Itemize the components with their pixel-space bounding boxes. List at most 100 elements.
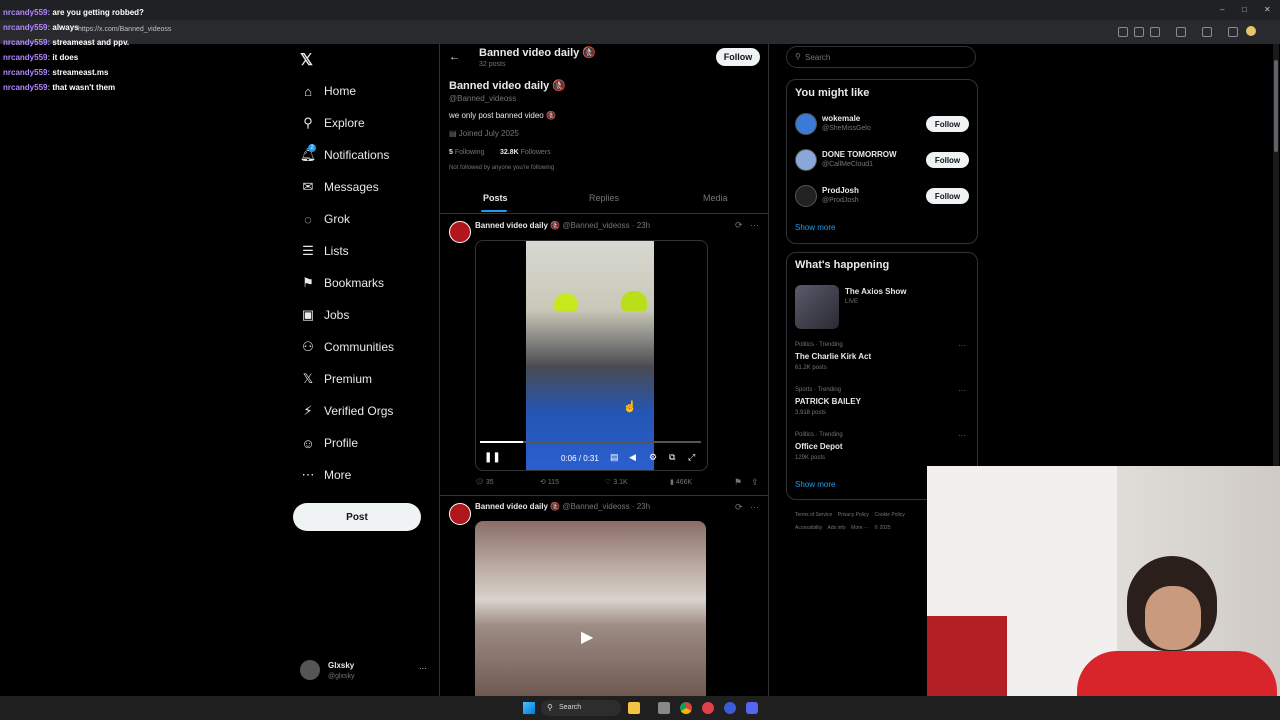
suggestion-avatar[interactable] [795, 185, 817, 207]
suggestion-avatar[interactable] [795, 149, 817, 171]
post-avatar[interactable] [449, 503, 471, 525]
extensions-icon[interactable] [1176, 27, 1186, 37]
suggestion-name[interactable]: ProdJosh [822, 186, 859, 195]
scrollbar-thumb[interactable] [1274, 60, 1278, 152]
search-input[interactable]: Search [805, 53, 830, 62]
cast-icon[interactable] [1118, 27, 1128, 37]
footer-link[interactable]: Accessibility [795, 525, 822, 531]
sidebar-item-profile[interactable]: ☺ Profile [300, 431, 358, 455]
suggestion-name[interactable]: wokemale [822, 114, 860, 123]
footer-links: Accessibility Ads info More ··· © 2025 [795, 525, 891, 531]
discord-icon[interactable] [746, 702, 758, 714]
fullscreen-icon[interactable]: ⤢ [688, 452, 695, 463]
captions-icon[interactable]: ▤ [610, 452, 619, 463]
trend-more-icon[interactable]: ··· [958, 386, 966, 395]
url-text[interactable]: https://x.com/Banned_videoss [78, 26, 171, 33]
sidebar-item-bookmarks[interactable]: ⚑ Bookmarks [300, 271, 384, 295]
repost-button[interactable]: ⟲ 115 [540, 478, 559, 486]
pause-icon[interactable]: ❚❚ [484, 452, 501, 463]
footer-link[interactable]: Cookie Policy [874, 512, 904, 518]
minimize-icon[interactable]: – [1220, 5, 1224, 14]
sidebar-item-more[interactable]: ⋯ More [300, 463, 352, 487]
reply-button[interactable]: 💬︎ 35 [475, 478, 494, 486]
sidebar-item-communities[interactable]: ⚇ Communities [300, 335, 394, 359]
grok-icon[interactable]: ⟳ [735, 502, 743, 513]
webcam-person-face [1145, 586, 1201, 650]
sidebar-item-label: Bookmarks [324, 276, 385, 290]
tab-posts[interactable]: Posts [483, 193, 508, 203]
zoom-icon[interactable] [1134, 27, 1144, 37]
taskbar-app-icon[interactable] [658, 702, 670, 714]
post-more-icon[interactable]: ··· [750, 220, 759, 230]
video-player[interactable]: ❚❚ 0:06 / 0:31 ▤ ◀︎ ⚙ ⧉ ⤢ [475, 240, 708, 471]
play-icon[interactable]: ▶ [581, 627, 593, 647]
post-avatar[interactable] [449, 221, 471, 243]
tab-replies[interactable]: Replies [589, 193, 619, 203]
taskbar-app-icon[interactable] [628, 702, 640, 714]
volume-icon[interactable]: ◀︎ [629, 452, 636, 463]
taskbar-search-box[interactable]: ⚲ Search [541, 700, 621, 716]
sidebar-item-messages[interactable]: ✉ Messages [300, 175, 379, 199]
share-icon[interactable]: ⇪ [751, 477, 759, 488]
suggestion-follow-button[interactable]: Follow [926, 152, 969, 168]
suggestion-follow-button[interactable]: Follow [926, 116, 969, 132]
taskbar-app-icon[interactable] [702, 702, 714, 714]
trend-more-icon[interactable]: ··· [958, 341, 966, 350]
views-stat[interactable]: ▮ 466K [670, 478, 692, 486]
video-thumbnail[interactable]: ▶ [475, 521, 706, 696]
profile-avatar-icon[interactable] [1246, 26, 1256, 36]
suggestion-avatar[interactable] [795, 113, 817, 135]
browser-address-bar[interactable] [0, 20, 1280, 44]
sidebar-icon[interactable] [1202, 27, 1212, 37]
sidebar-item-explore[interactable]: ⚲ Explore [300, 111, 364, 135]
back-arrow-icon[interactable]: ← [449, 51, 460, 63]
download-icon[interactable] [1228, 27, 1238, 37]
bookmark-icon[interactable]: ⚑ [734, 477, 742, 488]
search-box[interactable]: ⚲ Search [786, 46, 976, 68]
following-link[interactable]: 5 Following [449, 149, 484, 156]
footer-link[interactable]: More ··· [851, 525, 869, 531]
windows-start-icon[interactable] [523, 702, 535, 714]
suggestion-handle: @CallMeCloud1 [822, 161, 874, 168]
show-more-trends-link[interactable]: Show more [795, 480, 835, 489]
taskbar-search-label[interactable]: Search [559, 704, 581, 711]
sidebar-item-verified-orgs[interactable]: ⚡︎ Verified Orgs [300, 399, 393, 423]
footer-link[interactable]: Terms of Service [795, 512, 832, 518]
settings-icon[interactable]: ⚙ [649, 452, 657, 463]
live-title[interactable]: The Axios Show [845, 287, 907, 296]
trend-more-icon[interactable]: ··· [958, 431, 966, 440]
sidebar-item-home[interactable]: ⌂ Home [300, 79, 356, 103]
mouse-cursor-icon: ☝ [623, 401, 637, 413]
suggestion-follow-button[interactable]: Follow [926, 188, 969, 204]
chrome-icon[interactable] [680, 702, 692, 714]
account-name[interactable]: Glxsky [328, 661, 354, 670]
taskbar-app-icon[interactable] [724, 702, 736, 714]
star-icon[interactable] [1150, 27, 1160, 37]
avatar[interactable] [300, 660, 320, 680]
sidebar-item-grok[interactable]: ◌ Grok [300, 207, 350, 231]
post-button[interactable]: Post [293, 503, 421, 531]
live-thumbnail[interactable] [795, 285, 839, 329]
footer-link[interactable]: Ads info [828, 525, 846, 531]
trend-topic[interactable]: Office Depot [795, 442, 843, 451]
trend-topic[interactable]: The Charlie Kirk Act [795, 352, 871, 361]
grok-icon[interactable]: ⟳ [735, 220, 743, 231]
footer-link[interactable]: Privacy Policy [838, 512, 869, 518]
sidebar-item-jobs[interactable]: ▣ Jobs [300, 303, 350, 327]
sidebar-item-premium[interactable]: 𝕏 Premium [300, 367, 372, 391]
trend-topic[interactable]: PATRICK BAILEY [795, 397, 861, 406]
picture-in-picture-icon[interactable]: ⧉ [669, 452, 675, 463]
follow-button[interactable]: Follow [716, 48, 760, 66]
maximize-icon[interactable]: □ [1242, 5, 1247, 14]
sidebar-item-label: Profile [324, 436, 359, 450]
tab-media[interactable]: Media [703, 193, 728, 203]
followers-link[interactable]: 32.8K Followers [500, 149, 551, 156]
sidebar-item-lists[interactable]: ☰ Lists [300, 239, 349, 263]
account-more-icon[interactable]: ··· [419, 664, 427, 673]
x-logo-icon[interactable]: 𝕏 [300, 50, 313, 70]
post-more-icon[interactable]: ··· [750, 502, 759, 512]
like-button[interactable]: ♡ 3.1K [605, 478, 628, 486]
suggestion-name[interactable]: DONE TOMORROW [822, 150, 897, 159]
close-icon[interactable]: ✕ [1264, 5, 1271, 14]
show-more-link[interactable]: Show more [795, 223, 835, 232]
